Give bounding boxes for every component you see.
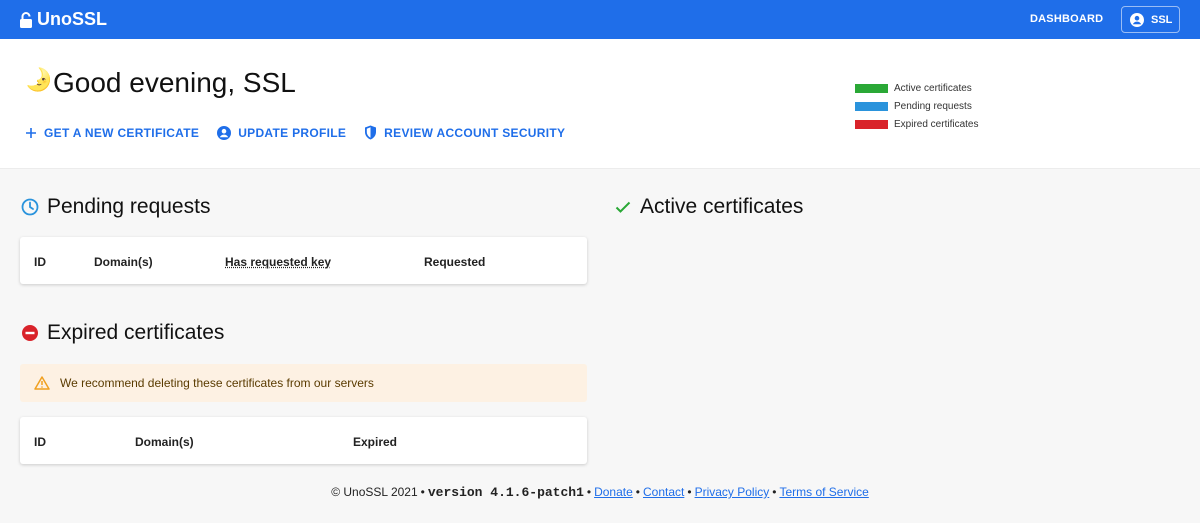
checkmark-icon [614, 198, 632, 216]
legend-swatch [855, 83, 888, 93]
action-label: REVIEW ACCOUNT SECURITY [384, 125, 566, 140]
section-title: Expired certificates [47, 321, 225, 344]
lock-icon [20, 11, 32, 28]
shield-icon [365, 125, 377, 140]
legend-label: Expired certificates [894, 118, 979, 130]
plus-icon [26, 127, 36, 138]
legend-swatch [855, 119, 888, 129]
brand-name: UnoSSL [37, 9, 107, 29]
update-profile-button[interactable]: UPDATE PROFILE [217, 125, 347, 140]
terms-of-service-link[interactable]: Terms of Service [779, 485, 868, 499]
column-header-id: ID [34, 435, 46, 449]
footer: © UnoSSL 2021 • version 4.1.6-patch1 • Donat… [331, 485, 869, 500]
user-circle-icon [217, 125, 232, 140]
copyright-text: © UnoSSL 2021 [331, 485, 418, 499]
column-header-has-requested-key[interactable]: Has requested key [225, 255, 331, 269]
contact-link[interactable]: Contact [643, 485, 684, 499]
warning-triangle-icon [34, 376, 50, 390]
dashboard-header: 🌛 Good evening, SSL GET A NEW CERTIFICAT… [0, 39, 1200, 169]
pending-requests-heading: Pending requests [21, 195, 210, 219]
legend-label: Active certificates [894, 82, 972, 94]
expired-certificates-heading: Expired certificates [21, 321, 224, 345]
top-navbar: UnoSSL DASHBOARD SSL [0, 0, 1200, 39]
active-certificates-heading: Active certificates [614, 195, 803, 219]
pending-requests-table: ID Domain(s) Has requested key Requested [20, 237, 587, 284]
column-header-domains: Domain(s) [135, 435, 194, 449]
minus-circle-icon [21, 324, 39, 342]
warning-text: We recommend deleting these certificates… [60, 376, 374, 390]
get-new-certificate-button[interactable]: GET A NEW CERTIFICATE [25, 126, 199, 140]
expired-certificates-table: ID Domain(s) Expired [20, 417, 587, 464]
legend-item-active: Active certificates [855, 79, 978, 97]
quick-actions: GET A NEW CERTIFICATE UPDATE PROFILE REV… [25, 125, 583, 140]
clock-icon [21, 198, 39, 216]
donate-link[interactable]: Donate [594, 485, 633, 499]
chart-legend: Active certificates Pending requests Exp… [855, 79, 978, 133]
column-header-expired: Expired [353, 435, 398, 449]
version-text: version 4.1.6-patch1 [427, 485, 584, 500]
action-label: UPDATE PROFILE [238, 125, 347, 140]
privacy-policy-link[interactable]: Privacy Policy [695, 485, 770, 499]
column-header-domains: Domain(s) [94, 255, 153, 269]
nav-dashboard-link[interactable]: DASHBOARD [1030, 13, 1103, 25]
expired-warning-alert: We recommend deleting these certificates… [20, 364, 587, 402]
brand-logo[interactable]: UnoSSL [19, 9, 107, 30]
section-title: Active certificates [640, 195, 804, 218]
legend-swatch [855, 101, 888, 111]
legend-label: Pending requests [894, 100, 972, 112]
review-account-security-button[interactable]: REVIEW ACCOUNT SECURITY [364, 125, 565, 140]
user-circle-icon [1130, 12, 1144, 27]
user-menu-button[interactable]: SSL [1121, 6, 1180, 33]
moon-icon: 🌛 [25, 67, 53, 92]
legend-item-expired: Expired certificates [855, 115, 978, 133]
section-title: Pending requests [47, 195, 211, 218]
column-header-id: ID [34, 255, 46, 269]
action-label: GET A NEW CERTIFICATE [44, 125, 200, 140]
column-header-requested: Requested [424, 255, 486, 269]
legend-item-pending: Pending requests [855, 97, 978, 115]
user-menu-label: SSL [1151, 13, 1173, 26]
page-title: Good evening, SSL [53, 67, 296, 98]
